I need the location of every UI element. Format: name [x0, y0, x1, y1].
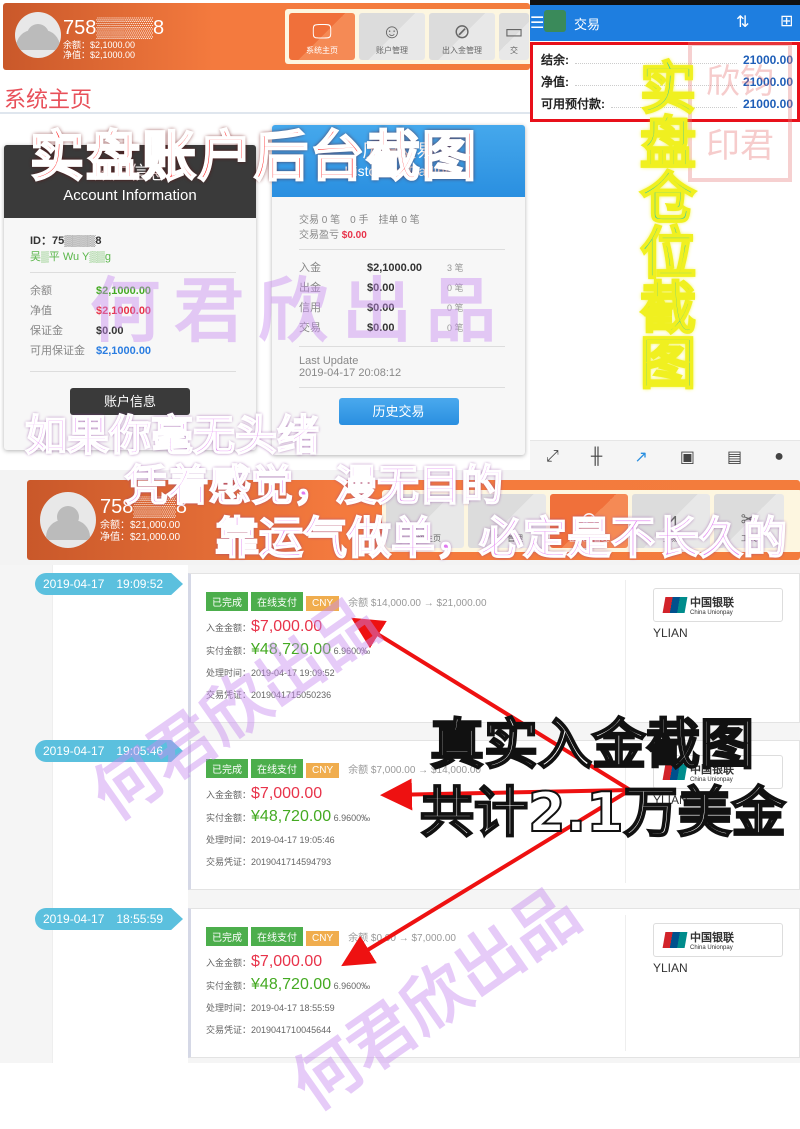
red-caption: 实盘账户后台截图 — [29, 123, 478, 189]
yellow-caption: 实盘仓位截图 — [639, 56, 697, 397]
watermark: 何君欣出品 — [90, 269, 510, 352]
